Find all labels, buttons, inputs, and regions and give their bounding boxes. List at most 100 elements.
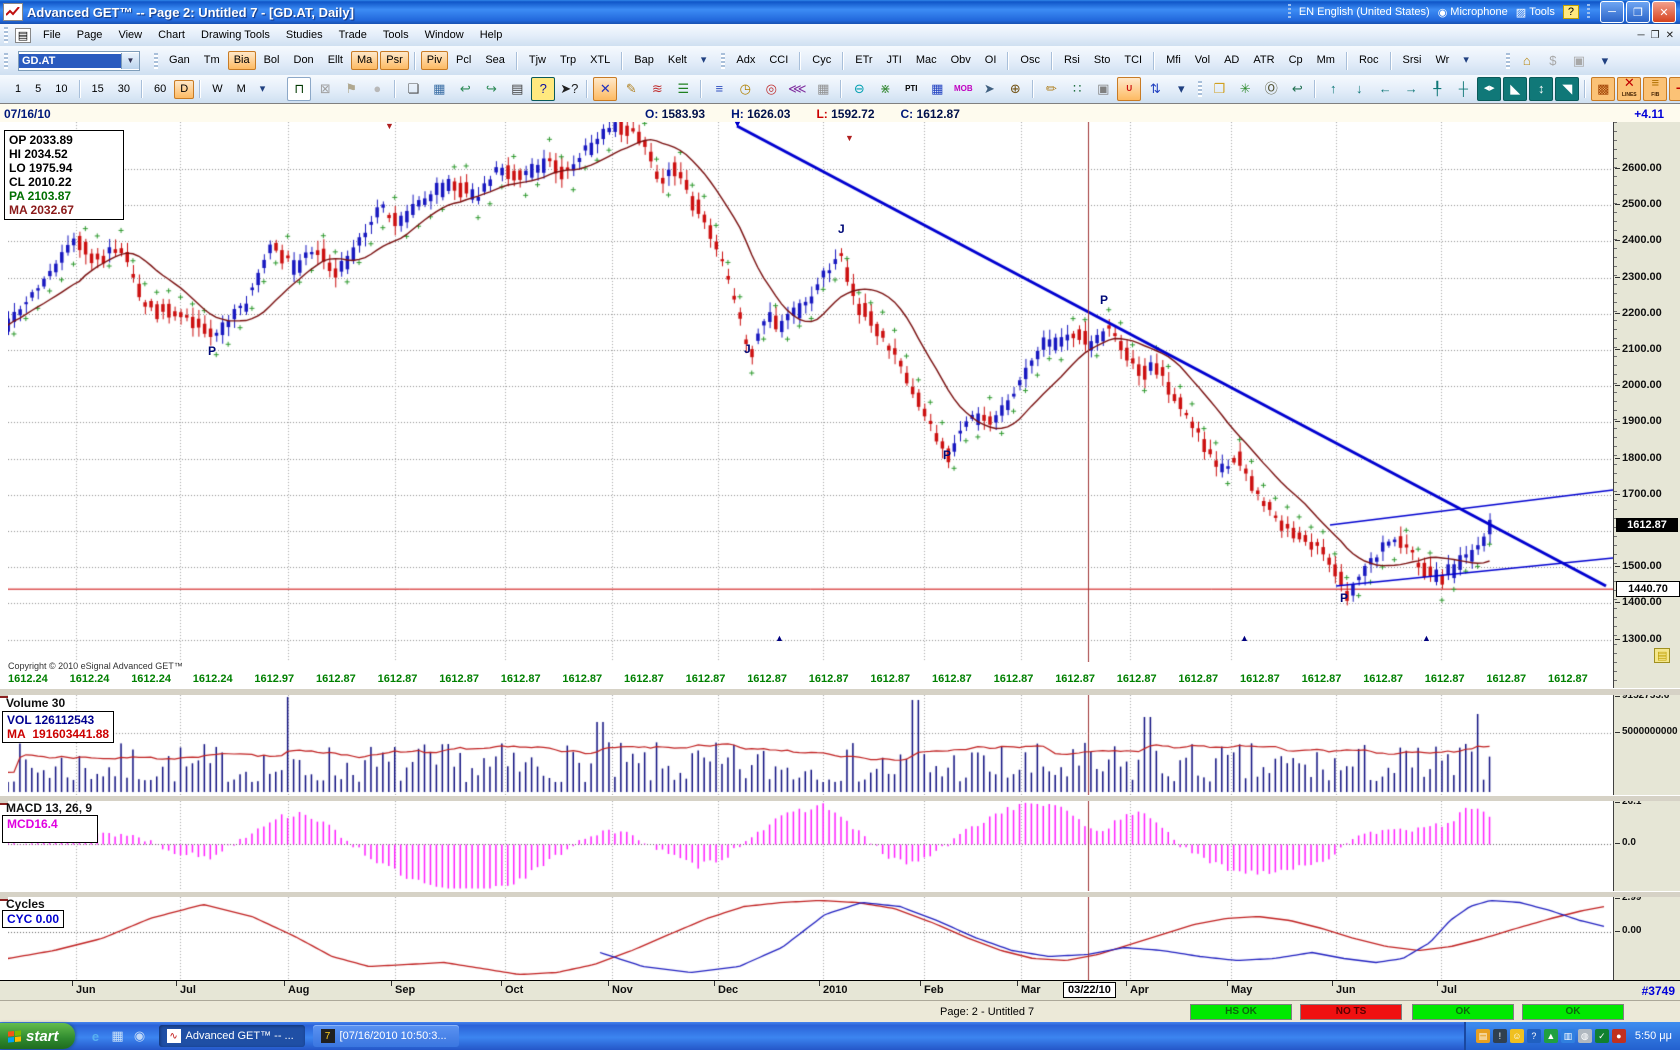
compress-left-icon[interactable]: ◣ bbox=[1503, 77, 1527, 101]
fib-tool-icon[interactable]: ≡FIB bbox=[1643, 77, 1667, 101]
save-template-icon[interactable]: ▦ bbox=[427, 77, 451, 101]
toolbar-grip[interactable] bbox=[4, 53, 8, 69]
menu-item-page[interactable]: Page bbox=[69, 26, 111, 44]
timeframe-button-15[interactable]: 15 bbox=[86, 80, 110, 99]
make-study-icon[interactable]: ➤ bbox=[977, 77, 1001, 101]
study-button-osc[interactable]: Osc bbox=[1014, 51, 1046, 70]
language-help-button[interactable]: ? bbox=[1563, 5, 1579, 19]
new-page-icon[interactable]: ❏ bbox=[401, 77, 425, 101]
study-button-atr[interactable]: ATR bbox=[1247, 51, 1280, 70]
study-button-oi[interactable]: OI bbox=[979, 51, 1003, 70]
close-button[interactable]: ✕ bbox=[1652, 1, 1676, 23]
scroll-left-icon[interactable]: ← bbox=[1373, 77, 1397, 101]
language-indicator[interactable]: EN English (United States) bbox=[1299, 6, 1430, 18]
timeframe-button-10[interactable]: 10 bbox=[49, 80, 73, 99]
toolbar-options-icon[interactable]: ▾ bbox=[695, 51, 713, 70]
copy-page-icon[interactable]: ▣ bbox=[1091, 77, 1115, 101]
study-button-ellt[interactable]: Ellt bbox=[322, 51, 349, 70]
language-bar-options[interactable] bbox=[1587, 4, 1590, 20]
page-grid-icon[interactable]: ▩ bbox=[1591, 77, 1615, 101]
study-button-cyc[interactable]: Cyc bbox=[806, 51, 837, 70]
toolbar-grip[interactable] bbox=[721, 53, 725, 69]
ie-quicklaunch-icon[interactable]: e bbox=[87, 1027, 105, 1045]
price-axis[interactable]: 2600.002500.002400.002300.002200.002100.… bbox=[1613, 122, 1680, 694]
toolbar-grip[interactable] bbox=[154, 53, 158, 69]
selected-date-box[interactable]: 03/22/10 bbox=[1063, 982, 1116, 998]
macd-canvas[interactable] bbox=[8, 801, 1613, 891]
microphone-button[interactable]: ◉Microphone bbox=[1438, 6, 1508, 19]
toolbar-grip[interactable] bbox=[1198, 81, 1202, 97]
volume-canvas[interactable] bbox=[8, 695, 1613, 795]
pencil-tool-icon[interactable]: ✎ bbox=[619, 77, 643, 101]
bar-type-icon[interactable]: ⊓ bbox=[287, 77, 311, 101]
menu-item-file[interactable]: File bbox=[35, 26, 69, 44]
study-button-srsi[interactable]: Srsi bbox=[1397, 51, 1428, 70]
tray-icon-1[interactable]: ▤ bbox=[1476, 1029, 1490, 1043]
timeframe-button-1[interactable]: 1 bbox=[9, 80, 27, 99]
tray-icon-9[interactable]: ● bbox=[1612, 1029, 1626, 1043]
menu-item-chart[interactable]: Chart bbox=[150, 26, 193, 44]
language-tools-button[interactable]: ▨Tools bbox=[1516, 6, 1555, 19]
menu-item-tools[interactable]: Tools bbox=[375, 26, 417, 44]
study-button-tci[interactable]: TCI bbox=[1118, 51, 1148, 70]
child-close-button[interactable]: ✕ bbox=[1666, 30, 1674, 41]
study-button-cci[interactable]: CCI bbox=[763, 51, 794, 70]
gann-lines-icon[interactable]: ☰ bbox=[671, 77, 695, 101]
timeframe-button-w[interactable]: W bbox=[206, 80, 228, 99]
prev-page-icon[interactable]: ↩ bbox=[453, 77, 477, 101]
menu-item-view[interactable]: View bbox=[110, 26, 150, 44]
study-button-sea[interactable]: Sea bbox=[479, 51, 511, 70]
cycles-canvas[interactable] bbox=[8, 897, 1613, 980]
tile-pages-icon[interactable]: ∷ bbox=[1065, 77, 1089, 101]
zoom-icon[interactable]: ⊕ bbox=[1003, 77, 1027, 101]
toolbar-options-icon[interactable]: ▾ bbox=[1457, 51, 1475, 70]
scroll-down-icon[interactable]: ↓ bbox=[1347, 77, 1371, 101]
study-button-gan[interactable]: Gan bbox=[163, 51, 196, 70]
study-button-don[interactable]: Don bbox=[288, 51, 320, 70]
study-button-psr[interactable]: Psr bbox=[380, 51, 409, 70]
minimize-button[interactable]: ─ bbox=[1600, 1, 1624, 23]
study-button-ma[interactable]: Ma bbox=[351, 51, 378, 70]
revert-icon[interactable]: ↩ bbox=[1285, 77, 1309, 101]
tray-icon-7[interactable]: ◍ bbox=[1578, 1029, 1592, 1043]
study-button-vol[interactable]: Vol bbox=[1189, 51, 1216, 70]
menu-item-drawing-tools[interactable]: Drawing Tools bbox=[193, 26, 278, 44]
help-icon[interactable]: ? bbox=[531, 77, 555, 101]
study-button-tm[interactable]: Tm bbox=[198, 51, 226, 70]
desktop-quicklaunch-icon[interactable]: ▦ bbox=[109, 1027, 127, 1045]
compress-v-icon[interactable]: ↕ bbox=[1529, 77, 1553, 101]
study-button-sto[interactable]: Sto bbox=[1088, 51, 1117, 70]
tray-icon-3[interactable]: ☺ bbox=[1510, 1029, 1524, 1043]
study-button-wr[interactable]: Wr bbox=[1429, 51, 1455, 70]
grid-icon[interactable]: ▦ bbox=[811, 77, 835, 101]
menu-bar-grip[interactable] bbox=[4, 27, 8, 43]
compress-right-icon[interactable]: ◥ bbox=[1555, 77, 1579, 101]
zoom-out-step-icon[interactable]: ┼ bbox=[1451, 77, 1475, 101]
cross-hair-icon[interactable]: ✛ bbox=[1669, 77, 1680, 101]
timeframe-button-d[interactable]: D bbox=[174, 80, 194, 99]
study-button-pcl[interactable]: Pcl bbox=[450, 51, 477, 70]
timeframe-button-m[interactable]: M bbox=[231, 80, 252, 99]
study-button-mac[interactable]: Mac bbox=[910, 51, 943, 70]
language-bar-grip[interactable] bbox=[1288, 4, 1291, 20]
study-button-bap[interactable]: Bap bbox=[628, 51, 660, 70]
study-button-mm[interactable]: Mm bbox=[1311, 51, 1341, 70]
lines-tool-icon[interactable]: ✕LINES bbox=[1617, 77, 1641, 101]
fan-lines-icon[interactable]: ⋘ bbox=[785, 77, 809, 101]
timeframe-button-30[interactable]: 30 bbox=[112, 80, 136, 99]
compress-h-icon[interactable]: ◀▶ bbox=[1477, 77, 1501, 101]
toolbar-options-icon[interactable]: ▾ bbox=[1593, 49, 1617, 73]
time-axis[interactable]: JunJulAugSepOctNovDec2010FebMarAprMayJun… bbox=[0, 980, 1680, 1002]
study-button-tjw[interactable]: Tjw bbox=[523, 51, 552, 70]
media-quicklaunch-icon[interactable]: ◉ bbox=[131, 1027, 149, 1045]
toolbar-options-icon[interactable]: ▾ bbox=[1169, 77, 1193, 101]
toolbar-options-icon[interactable]: ▾ bbox=[254, 80, 272, 99]
study-button-obv[interactable]: Obv bbox=[945, 51, 977, 70]
child-restore-button[interactable]: ❐ bbox=[1651, 30, 1660, 41]
study-button-roc[interactable]: Roc bbox=[1353, 51, 1385, 70]
task-button-1[interactable]: ∿Advanced GET™ -- ... bbox=[159, 1025, 305, 1047]
tray-icon-2[interactable]: ! bbox=[1493, 1029, 1507, 1043]
retracement-lines-icon[interactable]: ≡ bbox=[707, 77, 731, 101]
menu-item-help[interactable]: Help bbox=[472, 26, 511, 44]
study-button-bol[interactable]: Bol bbox=[258, 51, 286, 70]
